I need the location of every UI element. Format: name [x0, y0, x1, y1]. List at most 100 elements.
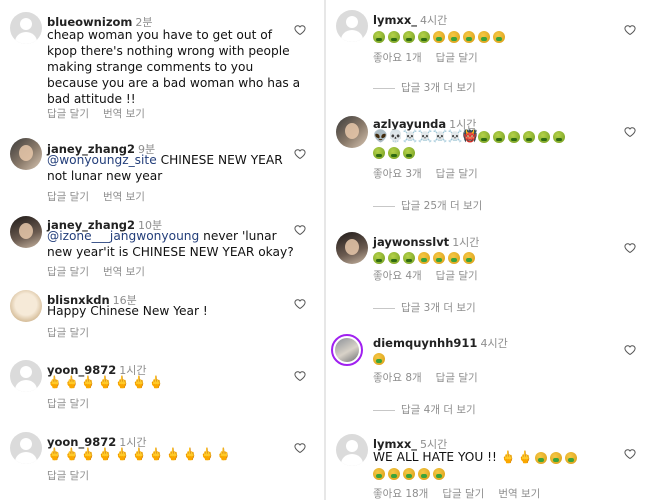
comment-r3: jaywonsslvt 1시간 좋아요 4개 답글 달기 답글 3개 더 보기 [326, 226, 650, 316]
reply-button[interactable]: 답글 달기 [47, 266, 89, 278]
comment-line: kpop there's nothing wrong with people [47, 44, 290, 58]
comment-actions: 좋아요 4개 답글 달기 [373, 268, 492, 283]
avatar[interactable] [10, 360, 42, 392]
comment-line: never 'lunar [199, 229, 277, 243]
heart-icon[interactable] [294, 442, 306, 454]
comment-text: cheap woman you have to get out of kpop … [47, 27, 317, 107]
avatar[interactable] [10, 12, 42, 44]
comment-text: @wonyoungz_site CHINESE NEW YEAR not lun… [47, 152, 317, 184]
vomiting-emoji-icon [373, 467, 385, 480]
avatar[interactable] [336, 232, 368, 264]
comment-2: janey_zhang2 9분 @wonyoungz_site CHINESE N… [0, 130, 322, 210]
heart-icon[interactable] [624, 24, 636, 36]
vomiting-emoji-icon [433, 30, 445, 43]
sick-emoji-row [373, 26, 508, 45]
comment-6: yoon_9872 1시간 🖕🖕🖕🖕🖕🖕🖕🖕🖕🖕🖕 답글 달기 [0, 428, 322, 500]
avatar[interactable] [336, 434, 368, 466]
reply-button[interactable]: 답글 달기 [47, 327, 89, 339]
comment-line: CHINESE NEW YEAR [156, 153, 283, 167]
view-replies-link[interactable]: 답글 25개 더 보기 [373, 198, 482, 213]
reply-button[interactable]: 답글 달기 [47, 191, 89, 203]
heart-icon[interactable] [624, 344, 636, 356]
reply-button[interactable]: 답글 달기 [47, 470, 89, 482]
username[interactable]: lymxx_ [373, 13, 417, 27]
heart-icon[interactable] [294, 224, 306, 236]
reply-button[interactable]: 답글 달기 [47, 398, 89, 410]
translate-button[interactable]: 번역 보기 [103, 266, 145, 278]
nauseated-emoji-icon [388, 251, 400, 264]
likes-count[interactable]: 좋아요 4개 [373, 270, 422, 282]
avatar[interactable] [10, 290, 42, 322]
reply-button[interactable]: 답글 달기 [436, 52, 478, 64]
reply-button[interactable]: 답글 달기 [436, 372, 478, 384]
emoji-text: 👽💀☠️☠️☠️☠️👹 [373, 128, 623, 160]
nauseated-emoji-icon [537, 130, 550, 143]
view-replies-link[interactable]: 답글 3개 더 보기 [373, 80, 476, 95]
reply-button[interactable]: 답글 달기 [47, 108, 89, 120]
vomiting-emoji-icon [493, 30, 505, 43]
emoji-sequence: 👽💀☠️☠️☠️☠️👹 [373, 129, 478, 143]
vomiting-emoji-icon [448, 30, 460, 43]
comment-actions: 좋아요 1개 답글 달기 [373, 50, 492, 65]
vomiting-emoji-icon [373, 352, 385, 365]
view-replies-link[interactable]: 답글 3개 더 보기 [373, 300, 476, 315]
comment-actions: 좋아요 8개 답글 달기 [373, 370, 492, 385]
sick-emoji-row [373, 247, 478, 266]
heart-icon[interactable] [294, 298, 306, 310]
comment-line: WE ALL HATE YOU !! [373, 450, 501, 464]
emoji-text: 🖕🖕🖕🖕🖕🖕🖕 [47, 375, 166, 389]
avatar[interactable] [336, 116, 368, 148]
comment-line: cheap woman you have to get out of [47, 28, 272, 42]
mention-link[interactable]: @izone___jangwonyoung [47, 229, 199, 243]
comment-r4: diemquynhh911 4시간 좋아요 8개 답글 달기 답글 4개 더 보기 [326, 326, 650, 418]
heart-icon[interactable] [294, 148, 306, 160]
likes-count[interactable]: 좋아요 8개 [373, 372, 422, 384]
avatar[interactable] [10, 216, 42, 248]
heart-icon[interactable] [294, 370, 306, 382]
avatar[interactable] [331, 334, 363, 366]
avatar[interactable] [10, 138, 42, 170]
likes-count[interactable]: 좋아요 1개 [373, 52, 422, 64]
vomiting-emoji-icon [433, 251, 445, 264]
comment-5: yoon_9872 1시간 🖕🖕🖕🖕🖕🖕🖕 답글 달기 [0, 356, 322, 426]
vomiting-emoji-icon [463, 30, 475, 43]
vomiting-emoji-icon [534, 451, 547, 464]
comment-line: new year'it is CHINESE NEW YEAR okay? [47, 245, 294, 259]
nauseated-emoji-icon [403, 146, 415, 159]
nauseated-emoji-icon [403, 251, 415, 264]
comment-actions: 답글 달기 [47, 468, 103, 483]
vomiting-emoji-icon [448, 251, 460, 264]
username[interactable]: diemquynhh911 [373, 336, 477, 350]
nauseated-emoji-icon [388, 30, 400, 43]
reply-button[interactable]: 답글 달기 [436, 168, 478, 180]
likes-count[interactable]: 좋아요 18개 [373, 488, 428, 500]
translate-button[interactable]: 번역 보기 [498, 488, 540, 500]
comment-text: Happy Chinese New Year ! [47, 304, 208, 318]
nauseated-emoji-icon [373, 30, 385, 43]
nauseated-emoji-icon [418, 30, 430, 43]
comment-r1: lymxx_ 4시간 좋아요 1개 답글 달기 답글 3개 더 보기 [326, 0, 650, 100]
view-replies-link[interactable]: 답글 4개 더 보기 [373, 402, 476, 417]
heart-icon[interactable] [624, 242, 636, 254]
view-replies-label: 답글 3개 더 보기 [401, 82, 476, 94]
vomiting-emoji-icon [463, 251, 475, 264]
vomiting-emoji-icon [388, 467, 400, 480]
comment-line: making strange comments to you [47, 60, 254, 74]
comment-actions: 답글 달기 번역 보기 [47, 264, 159, 279]
avatar[interactable] [336, 10, 368, 42]
nauseated-emoji-icon [522, 130, 535, 143]
likes-count[interactable]: 좋아요 3개 [373, 168, 422, 180]
heart-icon[interactable] [624, 448, 636, 460]
vomiting-emoji-icon [549, 451, 562, 464]
nauseated-emoji-icon [507, 130, 520, 143]
heart-icon[interactable] [624, 126, 636, 138]
reply-button[interactable]: 답글 달기 [436, 270, 478, 282]
translate-button[interactable]: 번역 보기 [103, 191, 145, 203]
mention-link[interactable]: @wonyoungz_site [47, 153, 157, 167]
heart-icon[interactable] [294, 24, 306, 36]
comment-line: because you are a bad woman who has a [47, 76, 301, 90]
reply-button[interactable]: 답글 달기 [442, 488, 484, 500]
translate-button[interactable]: 번역 보기 [103, 108, 145, 120]
avatar[interactable] [10, 432, 42, 464]
emoji-sequence: 🖕🖕 [500, 450, 535, 464]
